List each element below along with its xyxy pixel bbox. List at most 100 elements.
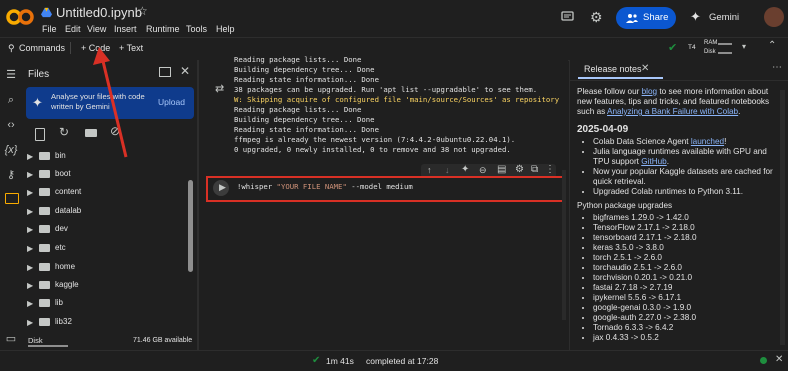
intro-text: . — [738, 107, 741, 116]
github-link[interactable]: GitHub — [641, 157, 666, 166]
file-row[interactable]: ▶ lib — [22, 295, 187, 313]
star-icon[interactable]: ☆ — [137, 4, 148, 18]
close-tab-icon[interactable]: ✕ — [641, 63, 649, 74]
list-item: Colab Data Science Agent launched! — [593, 137, 777, 147]
notebook-scrollbar[interactable] — [562, 170, 566, 320]
chevron-right-icon: ▶ — [27, 263, 34, 272]
divider — [570, 80, 788, 81]
annotation-arrow-icon — [93, 47, 128, 158]
launched-link[interactable]: launched — [691, 137, 724, 146]
files-scrollbar[interactable] — [188, 180, 193, 272]
runtime-type[interactable]: T4 — [688, 44, 696, 51]
folder-name: kaggle — [55, 280, 79, 289]
close-panel-icon[interactable]: ✕ — [180, 64, 190, 78]
release-notes-scrollbar[interactable] — [780, 90, 785, 345]
bullet-text: Upgraded Colab runtimes to Python 3.11. — [593, 187, 744, 196]
code-args: --model medium — [346, 182, 413, 191]
file-row[interactable]: ▶ content — [22, 184, 187, 202]
file-row[interactable]: ▶ datalab — [22, 203, 187, 221]
blog-link[interactable]: blog — [642, 87, 657, 96]
notebook-main: ⇄ Reading package lists... Done Building … — [198, 55, 568, 350]
list-item: Upgraded Colab runtimes to Python 3.11. — [593, 187, 777, 197]
file-row[interactable]: ▶ etc — [22, 240, 187, 258]
file-row[interactable]: ▶ dev — [22, 221, 187, 239]
intro-text: Please follow our — [577, 87, 642, 96]
folder-icon — [39, 281, 50, 289]
release-notes-panel: Release notes ✕ ⋯ Please follow our blog… — [569, 60, 788, 350]
share-button[interactable]: Share — [616, 7, 676, 29]
menu-view[interactable]: View — [87, 24, 106, 34]
list-item: torchaudio 2.5.1 -> 2.6.0 — [593, 263, 777, 273]
people-icon — [626, 14, 638, 23]
bullet-text: Julia language runtimes available with G… — [593, 147, 767, 166]
file-row[interactable]: ▶ home — [22, 259, 187, 277]
output-line: Reading state information... Done — [234, 75, 379, 84]
table-of-contents-icon[interactable]: ☰ — [4, 68, 18, 82]
file-row[interactable]: ▶ kaggle — [22, 277, 187, 295]
gemini-sparkle-icon[interactable]: ✦ — [461, 164, 469, 175]
variables-icon[interactable]: {x} — [4, 143, 18, 157]
avatar[interactable] — [764, 7, 784, 27]
bank-failure-link[interactable]: Analyzing a Bank Failure with Colab — [607, 107, 738, 116]
file-row[interactable]: ▶ lib32 — [22, 314, 187, 332]
code-cell[interactable]: ▶ !whisper "YOUR FILE NAME" --model medi… — [206, 176, 565, 202]
secrets-key-icon[interactable]: ⚷ — [4, 168, 18, 182]
move-up-icon[interactable]: ↑ — [427, 165, 432, 175]
find-replace-icon[interactable]: ⌕ — [4, 93, 18, 107]
menu-tools[interactable]: Tools — [186, 24, 207, 34]
output-actions-icon[interactable]: ⇄ — [215, 82, 224, 95]
list-item: ipykernel 5.5.6 -> 6.17.1 — [593, 293, 777, 303]
settings-gear-icon[interactable]: ⚙ — [590, 9, 603, 26]
output-line: Reading state information... Done — [234, 125, 379, 134]
list-item: TensorFlow 2.17.1 -> 2.18.0 — [593, 223, 777, 233]
comment-icon[interactable]: ▤ — [497, 164, 506, 175]
folder-icon — [39, 244, 50, 252]
chevron-right-icon: ▶ — [27, 318, 34, 327]
tab-release-notes[interactable]: Release notes — [584, 64, 642, 74]
commands-button[interactable]: Commands — [19, 43, 65, 53]
list-item: torch 2.5.1 -> 2.6.0 — [593, 253, 777, 263]
cell-code-input[interactable]: !whisper "YOUR FILE NAME" --model medium — [237, 182, 413, 191]
terminal-icon[interactable]: ▭ — [4, 332, 18, 346]
menu-insert[interactable]: Insert — [114, 24, 137, 34]
search-icon: ⚲ — [8, 43, 15, 53]
folder-icon — [39, 299, 50, 307]
notebook-title[interactable]: Untitled0.ipynb — [56, 5, 142, 20]
menu-help[interactable]: Help — [216, 24, 235, 34]
files-folder-icon[interactable] — [5, 193, 19, 204]
connected-check-icon: ✔ — [668, 42, 678, 54]
menu-edit[interactable]: Edit — [65, 24, 81, 34]
upgrades-title: Python package upgrades — [577, 201, 673, 210]
colab-logo-icon[interactable] — [6, 8, 34, 26]
list-item: jax 0.4.33 -> 0.5.2 — [593, 333, 777, 343]
release-bullets: Colab Data Science Agent launched! Julia… — [577, 137, 777, 197]
link-icon[interactable]: ⊖ — [479, 165, 487, 176]
upload-button[interactable]: Upload — [158, 97, 185, 107]
toolbar-divider — [70, 42, 71, 54]
more-vert-icon[interactable]: ⋮ — [545, 164, 555, 175]
release-date: 2025-04-09 — [577, 124, 629, 135]
folder-name: dev — [55, 224, 68, 233]
files-panel-title: Files — [28, 69, 50, 80]
menu-runtime[interactable]: Runtime — [146, 24, 180, 34]
refresh-icon[interactable]: ↻ — [59, 125, 69, 139]
close-icon[interactable]: ✕ — [775, 354, 783, 365]
move-down-icon[interactable]: ↓ — [445, 165, 450, 175]
settings-gear-icon[interactable]: ⚙ — [515, 164, 524, 175]
mirror-cell-icon[interactable]: ⧉ — [531, 164, 538, 175]
folder-icon — [39, 188, 50, 196]
menu-file[interactable]: File — [42, 24, 57, 34]
output-line: Reading package lists... Done — [234, 55, 362, 64]
resources-dropdown-icon[interactable]: ▾ — [742, 42, 746, 51]
list-item: fastai 2.7.18 -> 2.7.19 — [593, 283, 777, 293]
ram-label: RAM — [704, 40, 718, 46]
more-horiz-icon[interactable]: ⋯ — [772, 62, 782, 73]
list-item: google-auth 2.27.0 -> 2.38.0 — [593, 313, 777, 323]
output-line: 0 upgraded, 0 newly installed, 0 to remo… — [234, 145, 511, 154]
upload-file-icon[interactable] — [35, 128, 45, 141]
collapse-toolbar-icon[interactable]: ⌃ — [768, 40, 776, 51]
comment-icon[interactable] — [561, 11, 574, 23]
expand-panel-icon[interactable] — [159, 67, 171, 77]
code-snippets-icon[interactable]: ‹› — [4, 118, 18, 132]
file-row[interactable]: ▶ boot — [22, 166, 187, 184]
